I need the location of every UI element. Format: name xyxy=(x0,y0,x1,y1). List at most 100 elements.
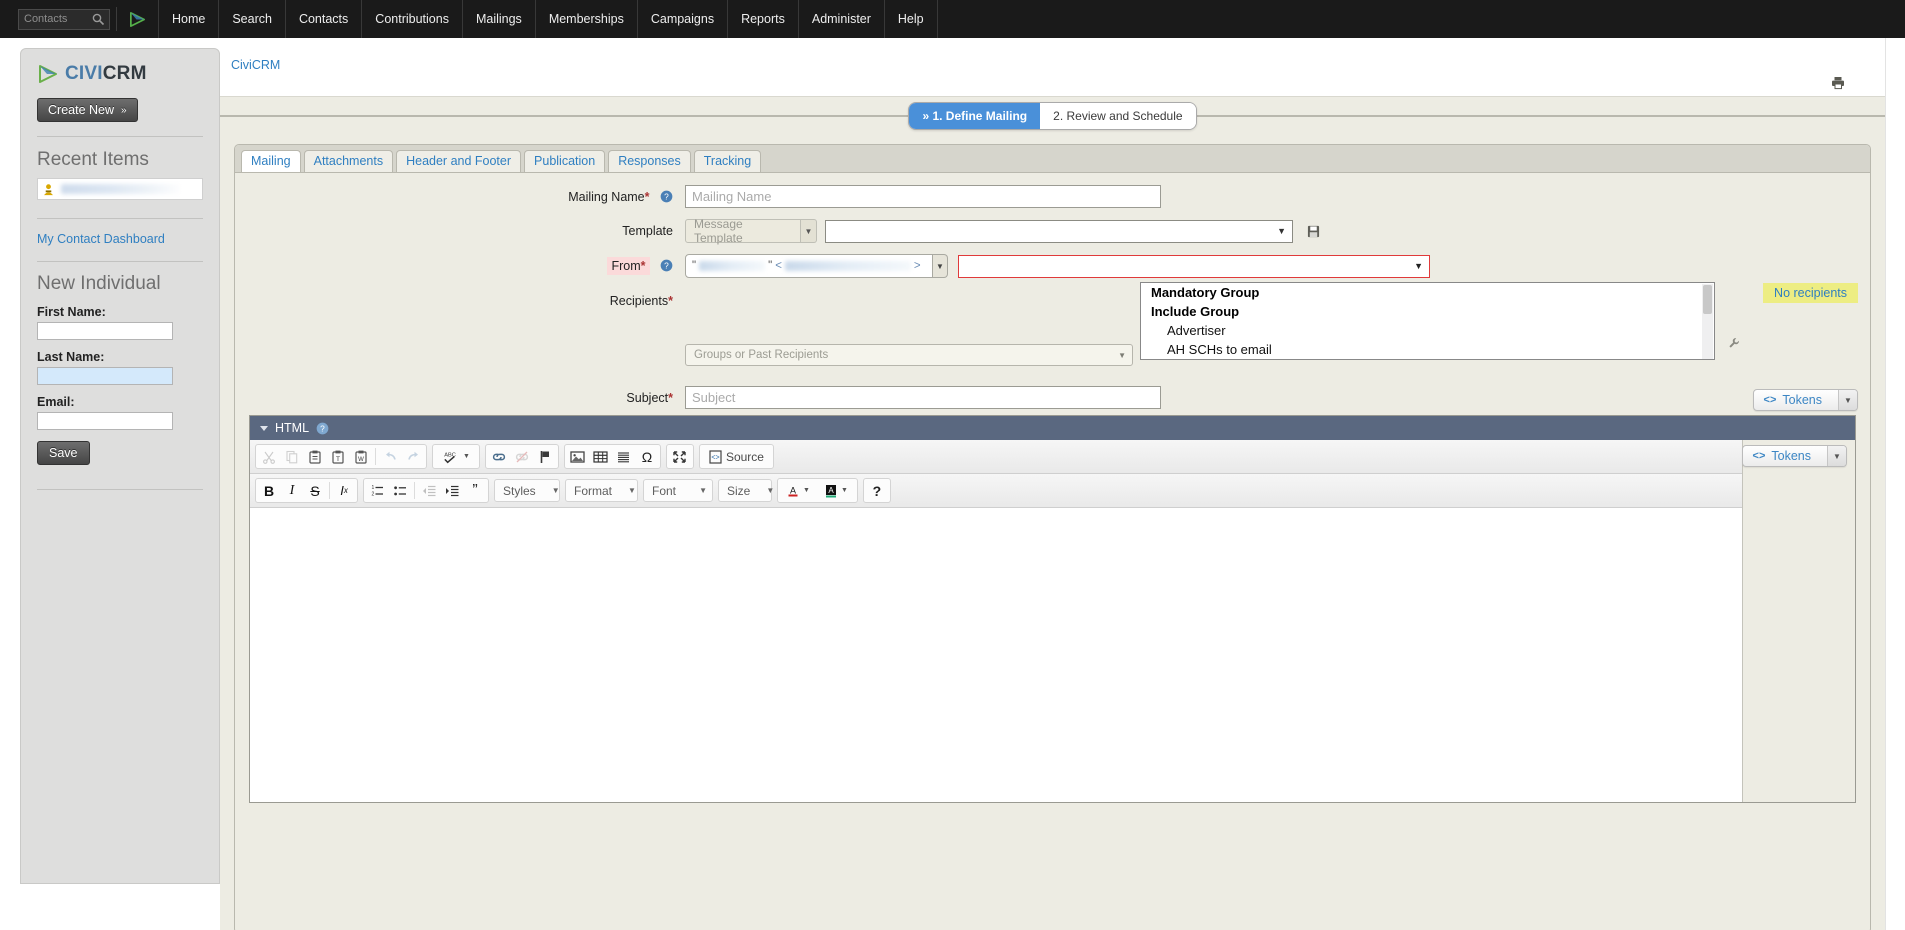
styles-dropdown[interactable]: Styles ▼ xyxy=(494,479,560,502)
decrease-indent-icon[interactable] xyxy=(418,480,440,501)
listbox-item-include-group[interactable]: Include Group xyxy=(1141,302,1714,321)
save-template-icon[interactable] xyxy=(1307,225,1320,238)
subject-input[interactable] xyxy=(685,386,1161,409)
email-field[interactable] xyxy=(37,412,173,430)
chevron-down-icon[interactable]: ▼ xyxy=(1838,390,1857,410)
recent-item-row[interactable] xyxy=(37,178,203,200)
nav-item-search[interactable]: Search xyxy=(219,0,286,38)
italic-icon[interactable]: I xyxy=(281,480,303,501)
nav-item-reports[interactable]: Reports xyxy=(728,0,799,38)
paste-from-word-icon[interactable]: W xyxy=(350,446,372,467)
message-template-chip[interactable]: Message Template xyxy=(685,217,801,245)
table-icon[interactable] xyxy=(590,446,612,467)
nav-label: Contributions xyxy=(375,12,449,26)
paste-icon[interactable] xyxy=(304,446,326,467)
tab-publication[interactable]: Publication xyxy=(524,150,606,172)
step-define-mailing[interactable]: » 1. Define Mailing xyxy=(909,103,1041,129)
breadcrumb[interactable]: CiviCRM xyxy=(220,48,1885,72)
listbox-scrollbar-thumb[interactable] xyxy=(1703,285,1712,314)
ckeditor: T W ABC ▼ Ω <> Source B I S I x 1 2 ” St… xyxy=(250,440,1743,802)
last-name-field[interactable] xyxy=(37,367,173,385)
tab-tracking[interactable]: Tracking xyxy=(693,150,762,172)
cut-icon[interactable] xyxy=(258,446,280,467)
help-question-icon[interactable]: ? xyxy=(316,422,329,435)
tab-header-and-footer[interactable]: Header and Footer xyxy=(396,150,522,172)
search-input[interactable] xyxy=(19,9,109,29)
editor-tokens-button[interactable]: <> Tokens ▼ xyxy=(1741,445,1847,467)
first-name-field[interactable] xyxy=(37,322,173,340)
from-address-display[interactable]: " " < > xyxy=(685,254,933,278)
mailing-name-input[interactable] xyxy=(685,185,1161,208)
from-select-error[interactable]: ▼ xyxy=(958,254,1430,278)
about-help-icon[interactable]: ? xyxy=(866,480,888,501)
background-color-icon[interactable]: A ▼ xyxy=(818,480,855,501)
civicrm-home-logo-button[interactable] xyxy=(117,0,158,38)
nav-item-contributions[interactable]: Contributions xyxy=(362,0,463,38)
horizontal-rule-icon[interactable] xyxy=(613,446,635,467)
numbered-list-icon[interactable]: 12 xyxy=(366,480,388,501)
anchor-flag-icon[interactable] xyxy=(534,446,556,467)
bulleted-list-icon[interactable] xyxy=(389,480,411,501)
copy-icon[interactable] xyxy=(281,446,303,467)
special-character-icon[interactable]: Ω xyxy=(636,446,658,467)
tab-attachments[interactable]: Attachments xyxy=(303,150,394,172)
print-button[interactable] xyxy=(1831,76,1845,90)
format-dropdown[interactable]: Format ▼ xyxy=(565,479,638,502)
label-text: Template xyxy=(622,224,673,238)
paste-as-plain-text-icon[interactable]: T xyxy=(327,446,349,467)
nav-item-memberships[interactable]: Memberships xyxy=(536,0,638,38)
html-editor-body[interactable] xyxy=(250,508,1742,802)
from-address-caret-icon[interactable]: ▼ xyxy=(933,254,948,278)
increase-indent-icon[interactable] xyxy=(441,480,463,501)
save-button[interactable]: Save xyxy=(37,441,90,465)
nav-item-home[interactable]: Home xyxy=(158,0,220,38)
blockquote-icon[interactable]: ” xyxy=(464,480,486,501)
link-icon[interactable] xyxy=(488,446,510,467)
nav-item-help[interactable]: Help xyxy=(885,0,938,38)
recipients-settings-button[interactable] xyxy=(1728,337,1740,349)
size-dropdown[interactable]: Size ▼ xyxy=(718,479,774,502)
left-gutter xyxy=(0,38,20,930)
tokens-label: Tokens xyxy=(1771,449,1811,463)
spellcheck-icon[interactable]: ABC ▼ xyxy=(435,446,477,467)
collapse-toggle-icon[interactable] xyxy=(260,425,268,431)
content-band: » 1. Define Mailing 2. Review and Schedu… xyxy=(220,96,1885,930)
image-icon[interactable] xyxy=(567,446,589,467)
tab-mailing[interactable]: Mailing xyxy=(241,150,301,172)
listbox-item-advertiser[interactable]: Advertiser xyxy=(1141,321,1714,340)
recipients-select[interactable]: Groups or Past Recipients ▼ xyxy=(685,344,1133,366)
my-contact-dashboard-link[interactable]: My Contact Dashboard xyxy=(37,232,203,246)
listbox-scrollbar[interactable] xyxy=(1702,284,1713,359)
unlink-icon[interactable] xyxy=(511,446,533,467)
undo-icon[interactable] xyxy=(379,446,401,467)
nav-item-mailings[interactable]: Mailings xyxy=(463,0,536,38)
step-review-and-schedule[interactable]: 2. Review and Schedule xyxy=(1040,103,1196,129)
bold-icon[interactable]: B xyxy=(258,480,280,501)
nav-item-campaigns[interactable]: Campaigns xyxy=(638,0,729,38)
template-select[interactable]: ▼ xyxy=(825,219,1293,243)
tab-responses[interactable]: Responses xyxy=(608,150,691,172)
message-template-chip-caret-icon[interactable]: ▼ xyxy=(801,219,817,243)
redo-icon[interactable] xyxy=(402,446,424,467)
listbox-item-mandatory-group[interactable]: Mandatory Group xyxy=(1141,283,1714,302)
nav-item-contacts[interactable]: Contacts xyxy=(286,0,363,38)
create-new-button[interactable]: Create New » xyxy=(37,98,138,122)
text-color-icon[interactable]: A ▼ xyxy=(780,480,817,501)
maximize-icon[interactable] xyxy=(669,446,691,467)
toolbar-separator xyxy=(414,482,415,499)
help-question-icon[interactable]: ? xyxy=(660,190,673,203)
remove-format-icon[interactable]: Ix xyxy=(333,480,355,501)
nav-label: Administer xyxy=(811,12,871,26)
help-question-icon[interactable]: ? xyxy=(660,259,673,272)
nav-item-administer[interactable]: Administer xyxy=(799,0,885,38)
quick-search-box[interactable] xyxy=(18,8,110,30)
source-button[interactable]: <> Source xyxy=(702,446,771,467)
chevron-down-icon[interactable]: ▼ xyxy=(1827,446,1846,466)
page-body: CIVICRM Create New » Recent Items My Con… xyxy=(0,38,1905,930)
strikethrough-icon[interactable]: S xyxy=(304,480,326,501)
subject-tokens-button[interactable]: <> Tokens ▼ xyxy=(1752,389,1858,411)
font-dropdown[interactable]: Font ▼ xyxy=(643,479,713,502)
mailing-form-panel: Mailing Attachments Header and Footer Pu… xyxy=(234,144,1871,930)
recipients-group-listbox[interactable]: Mandatory Group Include Group Advertiser… xyxy=(1140,282,1715,360)
listbox-item-ah-schs-to-email[interactable]: AH SCHs to email xyxy=(1141,340,1714,359)
